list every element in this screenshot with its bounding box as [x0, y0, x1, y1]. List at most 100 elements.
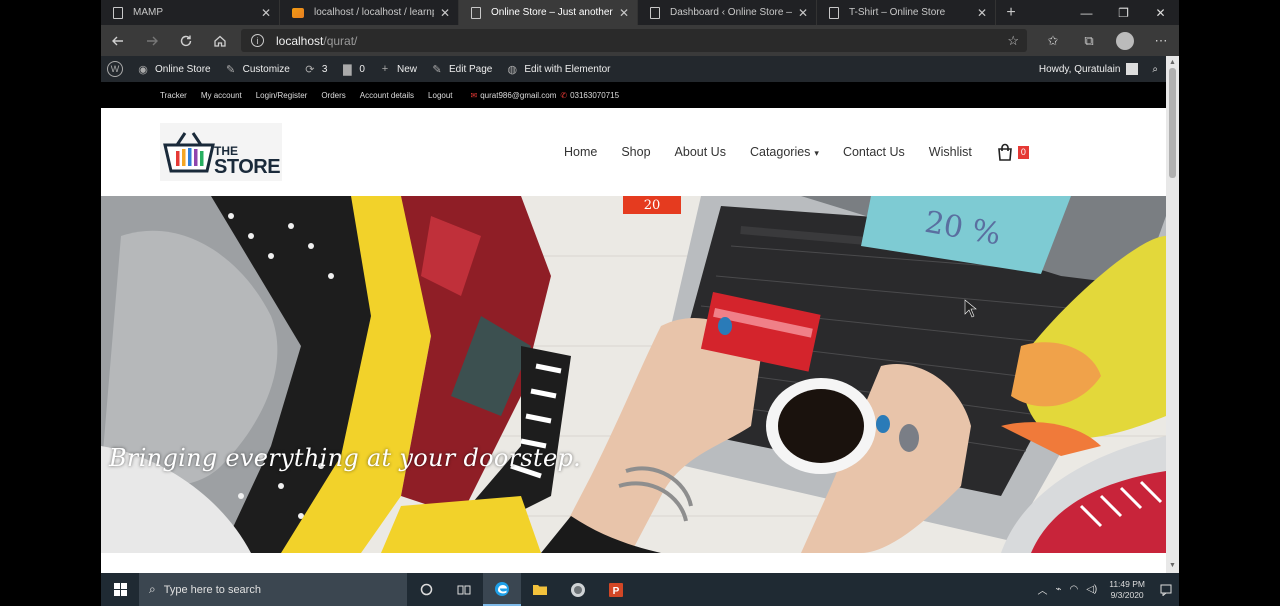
- site-info-icon[interactable]: i: [251, 34, 264, 47]
- url-path: /qurat/: [323, 33, 358, 48]
- powerpoint-app[interactable]: P: [597, 573, 635, 606]
- nav-categories-label: Catagories: [749, 145, 811, 159]
- topbar-link-my-account[interactable]: My account: [201, 91, 242, 100]
- nav-home[interactable]: Home: [564, 145, 597, 159]
- search-placeholder: Type here to search: [163, 583, 261, 596]
- topbar-link-account-details[interactable]: Account details: [360, 91, 414, 100]
- wifi-icon[interactable]: ◠: [1069, 584, 1078, 595]
- notification-button[interactable]: [1153, 573, 1179, 606]
- new-tab-button[interactable]: +: [996, 0, 1026, 25]
- volume-icon[interactable]: ◁): [1086, 584, 1097, 595]
- admin-comments[interactable]: ▇ 0: [341, 63, 365, 76]
- pencil-icon: ✎: [432, 63, 442, 76]
- wordpress-logo-icon[interactable]: W: [107, 61, 123, 77]
- minimize-button[interactable]: —: [1068, 0, 1105, 25]
- home-button[interactable]: [203, 25, 237, 56]
- nav-shop[interactable]: Shop: [621, 145, 650, 159]
- favorite-star-icon[interactable]: ☆: [1007, 33, 1019, 49]
- back-button[interactable]: [101, 25, 135, 56]
- site-header: THE STORE Home Shop About Us Catagories ▾…: [101, 108, 1166, 196]
- browser-toolbar: i localhost/qurat/ ☆ ✩ ⧉ ⋯: [101, 25, 1179, 56]
- admin-customize[interactable]: ✎ Customize: [225, 63, 290, 76]
- tab-title: localhost / localhost / learnp: [314, 7, 434, 18]
- chevron-up-icon[interactable]: ︿: [1037, 582, 1047, 597]
- start-button[interactable]: [101, 573, 139, 606]
- tab-title: T-Shirt – Online Store: [849, 7, 946, 18]
- cart-button[interactable]: 0: [996, 143, 1029, 161]
- refresh-icon: [180, 35, 192, 46]
- windows-taskbar: ⌕ Type here to search P ︿ ⌁ ◠ ◁) 11:49 P…: [101, 573, 1179, 606]
- nav-wishlist[interactable]: Wishlist: [929, 145, 972, 159]
- browser-tab-strip: MAMP ✕ localhost / localhost / learnp ✕ …: [101, 0, 1179, 25]
- browser-tab[interactable]: T-Shirt – Online Store ✕: [817, 0, 996, 25]
- updates-count: 3: [321, 63, 328, 75]
- more-menu-icon[interactable]: ⋯: [1143, 25, 1179, 56]
- scroll-up-icon[interactable]: ▲: [1166, 58, 1179, 68]
- page-below-fold: [101, 553, 1166, 573]
- mamp-app[interactable]: [559, 573, 597, 606]
- page-icon: [471, 6, 481, 19]
- admin-search-icon[interactable]: ⌕: [1152, 64, 1158, 75]
- elementor-icon: ◍: [507, 63, 518, 76]
- edge-icon: [495, 581, 509, 596]
- close-tab-icon[interactable]: ✕: [440, 6, 450, 20]
- user-avatar[interactable]: [1126, 63, 1139, 75]
- contact-phone[interactable]: ✆ 03163070715: [560, 91, 619, 100]
- close-tab-icon[interactable]: ✕: [977, 6, 987, 20]
- clock-date: 9/3/2020: [1110, 589, 1144, 600]
- address-bar[interactable]: i localhost/qurat/ ☆: [241, 29, 1027, 52]
- close-tab-icon[interactable]: ✕: [798, 6, 808, 20]
- plus-icon: +: [381, 63, 389, 75]
- page-scrollbar[interactable]: ▲ ▼: [1166, 56, 1179, 573]
- elementor-label: Edit with Elementor: [524, 63, 611, 75]
- nav-contact[interactable]: Contact Us: [843, 145, 905, 159]
- browser-tab[interactable]: MAMP ✕: [101, 0, 280, 25]
- shopping-bag-icon: [997, 143, 1012, 161]
- powerpoint-icon: P: [609, 582, 623, 597]
- task-view-button[interactable]: [445, 573, 483, 606]
- collections-icon[interactable]: ⧉: [1071, 25, 1107, 56]
- page-icon: [113, 6, 123, 19]
- browser-tab-active[interactable]: Online Store – Just another W ✕: [459, 0, 638, 25]
- admin-site-name[interactable]: ◉ Online Store: [137, 63, 210, 76]
- file-explorer-app[interactable]: [521, 573, 559, 606]
- howdy-user[interactable]: Howdy, Quratulain: [1039, 64, 1121, 75]
- scroll-down-icon[interactable]: ▼: [1166, 561, 1179, 571]
- admin-updates[interactable]: ⟳ 3: [304, 63, 328, 76]
- back-arrow-icon: [112, 36, 123, 45]
- edge-browser-app[interactable]: [483, 573, 521, 606]
- email-text: qurat986@gmail.com: [480, 90, 557, 100]
- restore-button[interactable]: ❐: [1105, 0, 1142, 25]
- nav-categories[interactable]: Catagories ▾: [750, 145, 819, 159]
- page-icon: [829, 6, 839, 19]
- topbar-link-login[interactable]: Login/Register: [256, 91, 308, 100]
- cart-count-badge: 0: [1017, 145, 1029, 159]
- browser-tab[interactable]: localhost / localhost / learnp ✕: [280, 0, 459, 25]
- scrollbar-thumb[interactable]: [1169, 68, 1176, 178]
- admin-edit-page[interactable]: ✎ Edit Page: [431, 63, 492, 76]
- cortana-button[interactable]: [407, 573, 445, 606]
- close-window-button[interactable]: ✕: [1142, 0, 1179, 25]
- nav-about[interactable]: About Us: [675, 145, 726, 159]
- admin-new[interactable]: + New: [379, 63, 417, 75]
- logo-store: STORE: [214, 156, 281, 178]
- forward-button[interactable]: [135, 25, 169, 56]
- close-tab-icon[interactable]: ✕: [619, 6, 629, 20]
- topbar-link-tracker[interactable]: Tracker: [160, 91, 187, 100]
- taskbar-search[interactable]: ⌕ Type here to search: [139, 573, 407, 606]
- task-view-icon: [457, 585, 471, 594]
- profile-avatar-icon[interactable]: [1116, 31, 1134, 50]
- refresh-button[interactable]: [169, 25, 203, 56]
- close-tab-icon[interactable]: ✕: [261, 6, 271, 20]
- contact-email[interactable]: ✉ qurat986@gmail.com: [471, 91, 557, 100]
- tab-title: Online Store – Just another W: [491, 7, 613, 18]
- topbar-link-orders[interactable]: Orders: [321, 91, 345, 100]
- topbar-link-logout[interactable]: Logout: [428, 91, 452, 100]
- browser-tab[interactable]: Dashboard ‹ Online Store — V ✕: [638, 0, 817, 25]
- admin-elementor[interactable]: ◍ Edit with Elementor: [506, 63, 611, 76]
- network-icon[interactable]: ⌁: [1055, 584, 1061, 595]
- clock[interactable]: 11:49 PM 9/3/2020: [1109, 579, 1145, 601]
- store-logo[interactable]: THE STORE: [160, 123, 282, 181]
- favorites-icon[interactable]: ✩: [1035, 25, 1071, 56]
- notification-icon: [1160, 584, 1172, 596]
